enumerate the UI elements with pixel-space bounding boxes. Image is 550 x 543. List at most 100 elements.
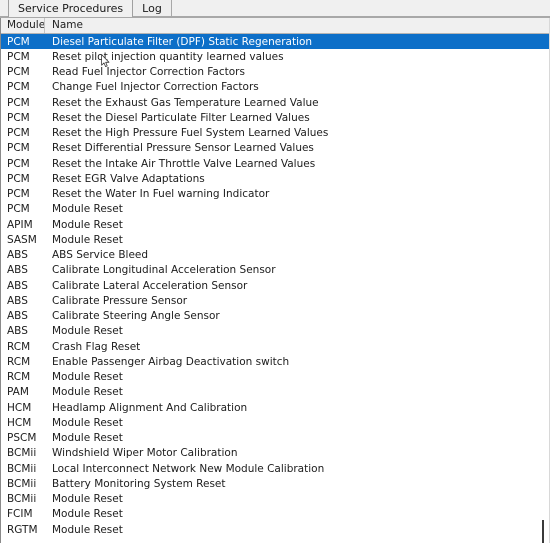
table-row[interactable]: PCM Reset the Exhaust Gas Temperature Lea… (1, 95, 549, 111)
cell-module: APIM (7, 218, 33, 231)
cell-name: ABS Service Bleed (52, 249, 149, 262)
cell-name: Local Interconnect Network New Module Ca… (52, 462, 325, 475)
table-row[interactable]: SASM Module Reset (1, 232, 549, 248)
cell-module: BCMii (7, 447, 37, 460)
cell-module: ABS (7, 279, 28, 292)
cell-module: PCM (7, 66, 30, 79)
cell-name: Reset the Diesel Particulate Filter Lear… (52, 111, 310, 124)
cell-module: PCM (7, 35, 30, 48)
table-row[interactable]: PCM Change Fuel Injector Correction Facto… (1, 79, 549, 95)
cell-name: Module Reset (52, 325, 123, 338)
table-row[interactable]: ABS Calibrate Pressure Sensor (1, 293, 549, 309)
column-header-name[interactable]: Name (45, 18, 549, 33)
cell-name: Enable Passenger Airbag Deactivation swi… (52, 355, 290, 368)
table-row[interactable]: HCM Headlamp Alignment And Calibration (1, 400, 549, 416)
table-row[interactable]: BCMii Module Reset (1, 491, 549, 507)
table-row[interactable]: PCM Reset pilot injection quantity learne… (1, 49, 549, 65)
cell-module: RCM (7, 340, 31, 353)
cell-module: SASM (7, 233, 37, 246)
cell-module: PCM (7, 81, 30, 94)
tab-log[interactable]: Log (132, 0, 172, 17)
cell-name: Battery Monitoring System Reset (52, 477, 226, 490)
cell-module: ABS (7, 294, 28, 307)
cell-module: PCM (7, 96, 30, 109)
table-row[interactable]: BCMii Battery Monitoring System Reset (1, 476, 549, 492)
cell-module: ABS (7, 310, 28, 323)
table-row[interactable]: ABS Calibrate Lateral Acceleration Sensor (1, 278, 549, 294)
cell-name: Reset Differential Pressure Sensor Learn… (52, 142, 314, 155)
table-row[interactable]: PCM Module Reset (1, 201, 549, 217)
table-row-selected[interactable]: PCM Diesel Particulate Filter (DPF) Stati… (1, 34, 549, 50)
cell-module: PCM (7, 50, 30, 63)
cell-name: Module Reset (52, 203, 123, 216)
cell-name: Module Reset (52, 523, 123, 536)
cell-name: Windshield Wiper Motor Calibration (52, 447, 238, 460)
cell-name: Diesel Particulate Filter (DPF) Static R… (52, 35, 313, 48)
table-row[interactable]: PCM Reset the Diesel Particulate Filter L… (1, 110, 549, 126)
cell-name: Change Fuel Injector Correction Factors (52, 81, 259, 94)
cell-name: Reset the Intake Air Throttle Valve Lear… (52, 157, 316, 170)
table-row[interactable]: PCM Reset the Intake Air Throttle Valve L… (1, 156, 549, 172)
cell-name: Module Reset (52, 416, 123, 429)
table-row[interactable]: RCM Module Reset (1, 369, 549, 385)
cell-name: Module Reset (52, 493, 123, 506)
cell-name: Module Reset (52, 233, 123, 246)
cell-name: Module Reset (52, 218, 123, 231)
cell-module: ABS (7, 325, 28, 338)
cell-module: PCM (7, 127, 30, 140)
cell-module: BCMii (7, 493, 37, 506)
column-header-module[interactable]: Module (1, 18, 45, 33)
cell-module: PCM (7, 188, 30, 201)
cell-name: Reset EGR Valve Adaptations (52, 172, 205, 185)
cell-name: Calibrate Lateral Acceleration Sensor (52, 279, 248, 292)
cell-module: ABS (7, 249, 28, 262)
cell-module: RCM (7, 371, 31, 384)
cell-module: PCM (7, 203, 30, 216)
table-row[interactable]: RCM Crash Flag Reset (1, 339, 549, 355)
table-row[interactable]: APIM Module Reset (1, 217, 549, 233)
table-row[interactable]: RCM Enable Passenger Airbag Deactivation … (1, 354, 549, 370)
table-row[interactable]: PCM Reset the Water In Fuel warning Indic… (1, 186, 549, 202)
table-row[interactable]: RGTM Module Reset (1, 522, 549, 538)
cell-module: PCM (7, 172, 30, 185)
cell-name: Reset the Exhaust Gas Temperature Learne… (52, 96, 319, 109)
cell-name: Module Reset (52, 508, 123, 521)
table-body: PCM Diesel Particulate Filter (DPF) Stati… (1, 34, 549, 538)
cell-module: PCM (7, 142, 30, 155)
table-row[interactable]: PSCM Module Reset (1, 430, 549, 446)
table-row[interactable]: ABS Calibrate Longitudinal Acceleration S… (1, 262, 549, 278)
cell-module: RGTM (7, 523, 38, 536)
cell-name: Calibrate Steering Angle Sensor (52, 310, 220, 323)
cell-name: Reset pilot injection quantity learned v… (52, 50, 284, 63)
table-row[interactable]: ABS Module Reset (1, 323, 549, 339)
tab-strip: Service Procedures Log (0, 0, 550, 18)
cell-module: PCM (7, 157, 30, 170)
table-row[interactable]: PCM Reset the High Pressure Fuel System L… (1, 125, 549, 141)
table-row[interactable]: FCIM Module Reset (1, 506, 549, 522)
table-row[interactable]: PCM Reset Differential Pressure Sensor Le… (1, 140, 549, 156)
table-row[interactable]: BCMii Local Interconnect Network New Modu… (1, 461, 549, 477)
cell-name: Read Fuel Injector Correction Factors (52, 66, 245, 79)
cell-module: ABS (7, 264, 28, 277)
table-header-row: Module Name (1, 18, 549, 34)
cell-module: PCM (7, 111, 30, 124)
tab-log-label: Log (142, 1, 162, 15)
cell-name: Calibrate Pressure Sensor (52, 294, 188, 307)
cell-name: Crash Flag Reset (52, 340, 141, 353)
table-row[interactable]: PCM Reset EGR Valve Adaptations (1, 171, 549, 187)
tab-service-procedures[interactable]: Service Procedures (8, 0, 134, 17)
cell-module: FCIM (7, 508, 33, 521)
table-row[interactable]: BCMii Windshield Wiper Motor Calibration (1, 445, 549, 461)
table-row[interactable]: ABS ABS Service Bleed (1, 247, 549, 263)
service-procedures-window: Service Procedures Log Module Name PCM Di… (0, 0, 550, 543)
table-row[interactable]: HCM Module Reset (1, 415, 549, 431)
table-row[interactable]: ABS Calibrate Steering Angle Sensor (1, 308, 549, 324)
table-row[interactable]: PAM Module Reset (1, 384, 549, 400)
cell-module: PAM (7, 386, 29, 399)
cell-name: Reset the Water In Fuel warning Indicato… (52, 188, 270, 201)
cell-name: Calibrate Longitudinal Acceleration Sens… (52, 264, 276, 277)
cell-name: Module Reset (52, 386, 123, 399)
cell-module: HCM (7, 401, 32, 414)
cell-name: Reset the High Pressure Fuel System Lear… (52, 127, 329, 140)
table-row[interactable]: PCM Read Fuel Injector Correction Factors (1, 64, 549, 80)
